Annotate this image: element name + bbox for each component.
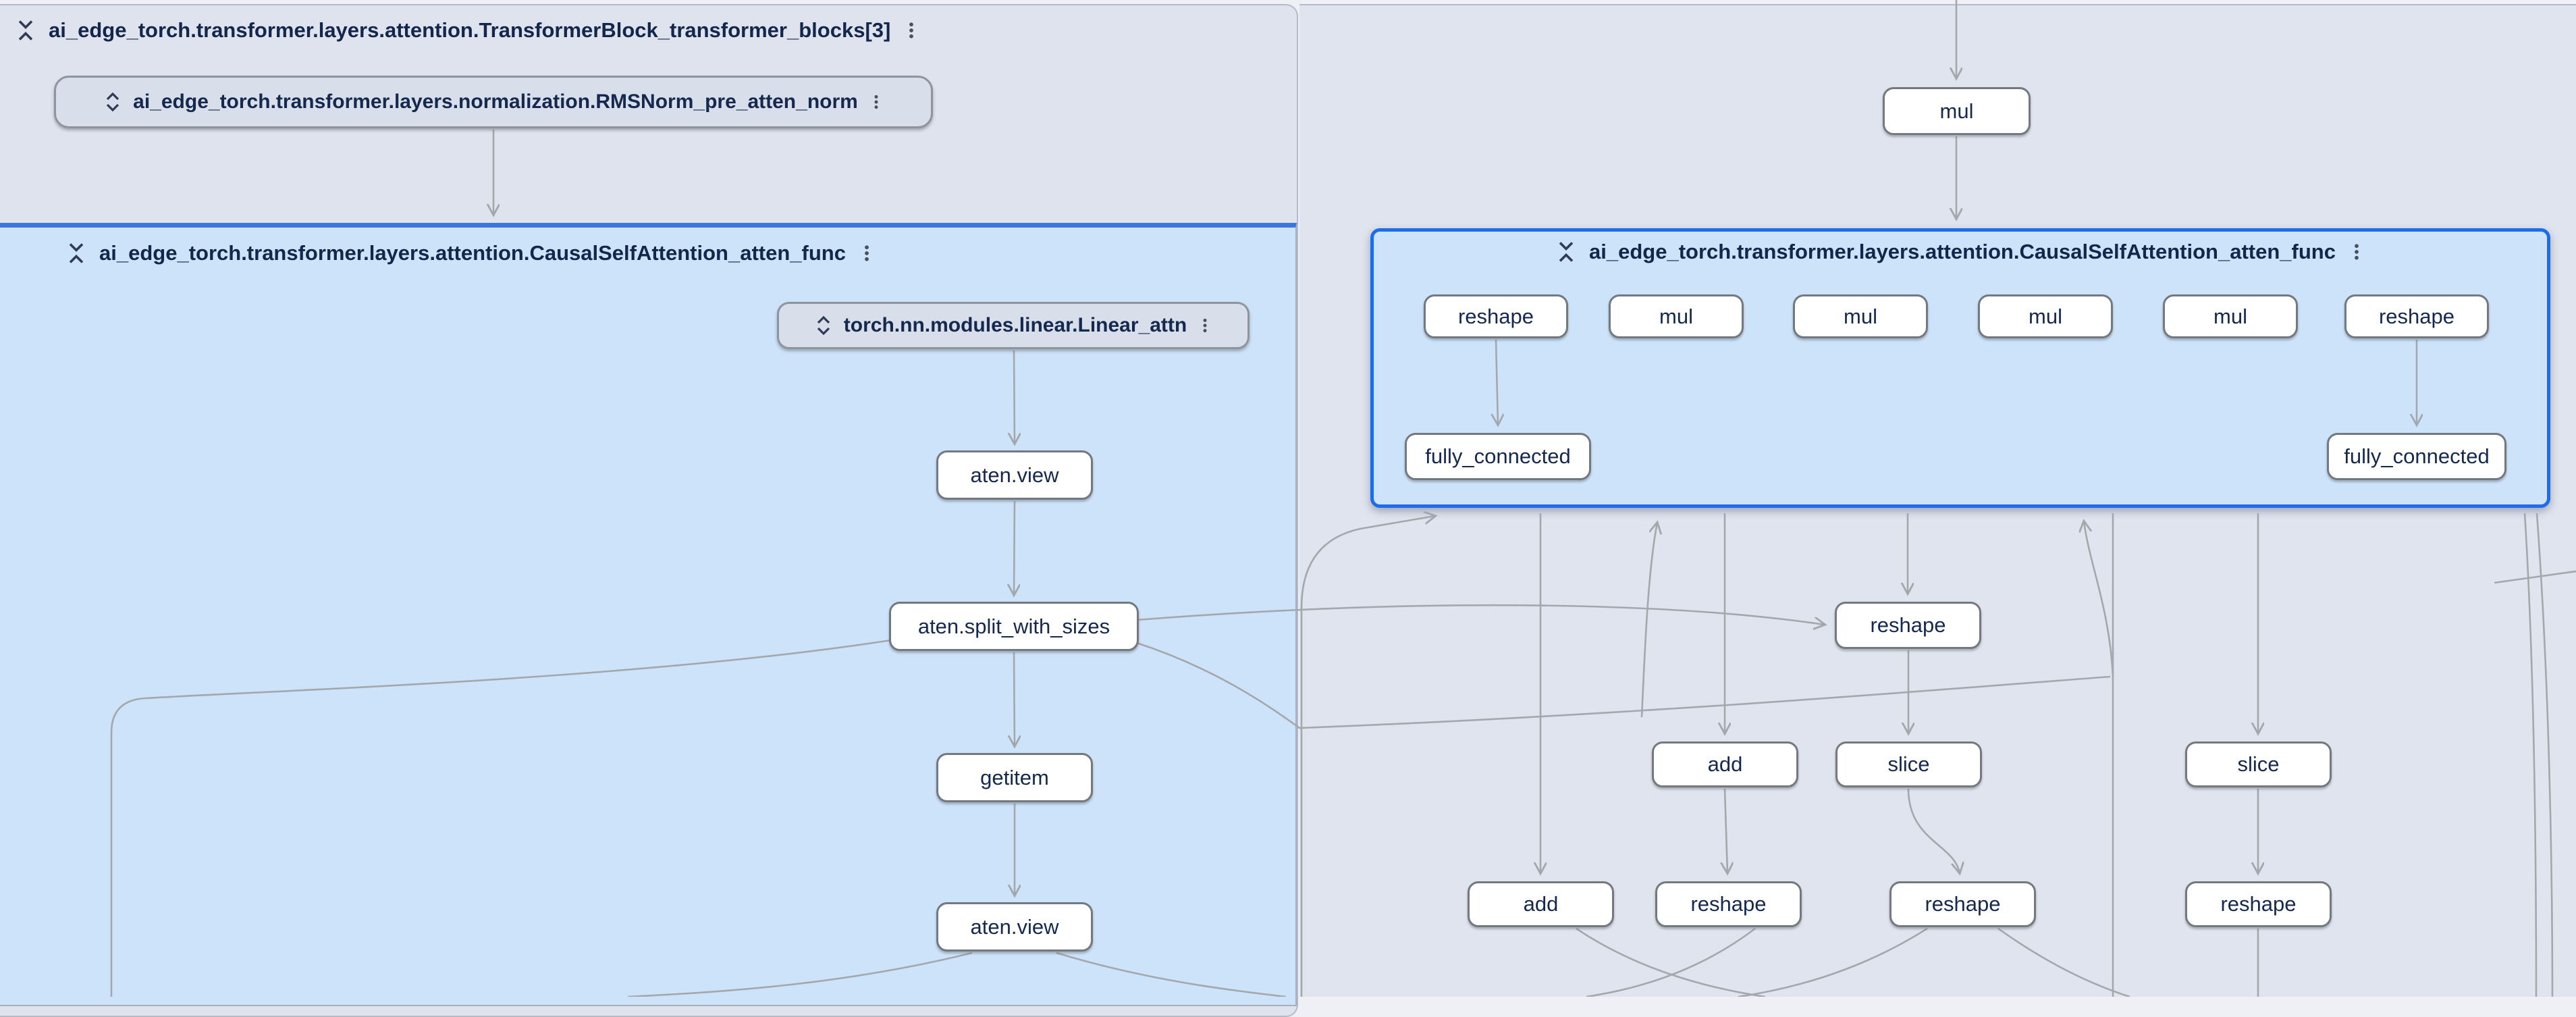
op-node-reshape[interactable]: reshape [1835, 602, 1981, 649]
op-node-mul[interactable]: mul [1883, 87, 2031, 135]
op-node-reshape[interactable]: reshape [1424, 294, 1568, 338]
group-node-label: ai_edge_torch.transformer.layers.normali… [133, 90, 858, 113]
edge-group [111, 0, 2576, 997]
op-node-fully-connected[interactable]: fully_connected [2327, 433, 2506, 480]
op-node-add[interactable]: add [1468, 881, 1614, 927]
op-label: mul [2029, 305, 2062, 329]
op-label: slice [2237, 752, 2279, 777]
op-label: reshape [1870, 613, 1946, 637]
layer-title: ai_edge_torch.transformer.layers.attenti… [99, 241, 846, 265]
op-label: aten.view [971, 915, 1059, 939]
op-label: mul [1659, 305, 1693, 329]
left-panel-header: ai_edge_torch.transformer.layers.attenti… [64, 238, 877, 269]
collapse-icon[interactable] [1554, 240, 1578, 264]
op-node-mul[interactable]: mul [1978, 294, 2113, 338]
op-label: reshape [2220, 892, 2296, 916]
op-label: reshape [1925, 892, 2000, 916]
op-label: fully_connected [1425, 444, 1570, 469]
op-label: aten.view [971, 463, 1059, 488]
op-label: reshape [2379, 305, 2454, 329]
op-label: fully_connected [2344, 444, 2489, 469]
group-node-linear-attn[interactable]: torch.nn.modules.linear.Linear_attn [777, 302, 1250, 349]
op-label: getitem [980, 766, 1049, 790]
collapse-icon[interactable] [64, 241, 88, 265]
op-label: add [1524, 892, 1559, 916]
op-node-slice[interactable]: slice [1835, 741, 1982, 787]
expand-icon[interactable] [102, 91, 124, 113]
op-node-reshape[interactable]: reshape [1655, 881, 1802, 927]
op-node-aten-split-with-sizes[interactable]: aten.split_with_sizes [889, 602, 1139, 651]
overflow-menu-icon[interactable] [901, 18, 921, 43]
op-label: slice [1887, 752, 1929, 777]
overflow-menu-icon[interactable] [857, 240, 877, 266]
op-node-aten-view[interactable]: aten.view [936, 902, 1093, 951]
op-label: reshape [1458, 305, 1534, 329]
overflow-menu-icon[interactable] [2346, 239, 2367, 265]
group-node-label: torch.nn.modules.linear.Linear_attn [844, 314, 1187, 337]
op-node-mul[interactable]: mul [1793, 294, 1928, 338]
op-node-mul[interactable]: mul [2163, 294, 2298, 338]
edges-layer [0, 0, 2576, 997]
op-label: aten.split_with_sizes [918, 615, 1110, 639]
op-node-mul[interactable]: mul [1609, 294, 1744, 338]
layer-title: ai_edge_torch.transformer.layers.attenti… [1589, 240, 2336, 264]
expand-icon[interactable] [813, 315, 834, 336]
collapse-icon[interactable] [14, 18, 38, 43]
op-node-getitem[interactable]: getitem [936, 753, 1093, 802]
group-title: ai_edge_torch.transformer.layers.attenti… [49, 18, 890, 43]
op-node-reshape[interactable]: reshape [1889, 881, 2036, 927]
op-label: reshape [1690, 892, 1766, 916]
overflow-menu-icon[interactable] [1196, 314, 1214, 337]
op-node-fully-connected[interactable]: fully_connected [1405, 433, 1591, 480]
op-node-reshape[interactable]: reshape [2344, 294, 2489, 338]
op-node-reshape[interactable]: reshape [2185, 881, 2332, 927]
transformer-block-header: ai_edge_torch.transformer.layers.attenti… [14, 15, 921, 46]
op-node-add[interactable]: add [1652, 741, 1798, 787]
op-label: mul [1844, 305, 1877, 329]
overflow-menu-icon[interactable] [867, 90, 885, 113]
group-node-rmsnorm[interactable]: ai_edge_torch.transformer.layers.normali… [54, 76, 933, 128]
op-label: add [1708, 752, 1743, 777]
right-panel-header: ai_edge_torch.transformer.layers.attenti… [1370, 236, 2550, 267]
op-label: mul [2213, 305, 2247, 329]
op-label: mul [1940, 99, 1974, 124]
op-node-slice[interactable]: slice [2185, 741, 2332, 787]
op-node-aten-view[interactable]: aten.view [936, 450, 1093, 500]
